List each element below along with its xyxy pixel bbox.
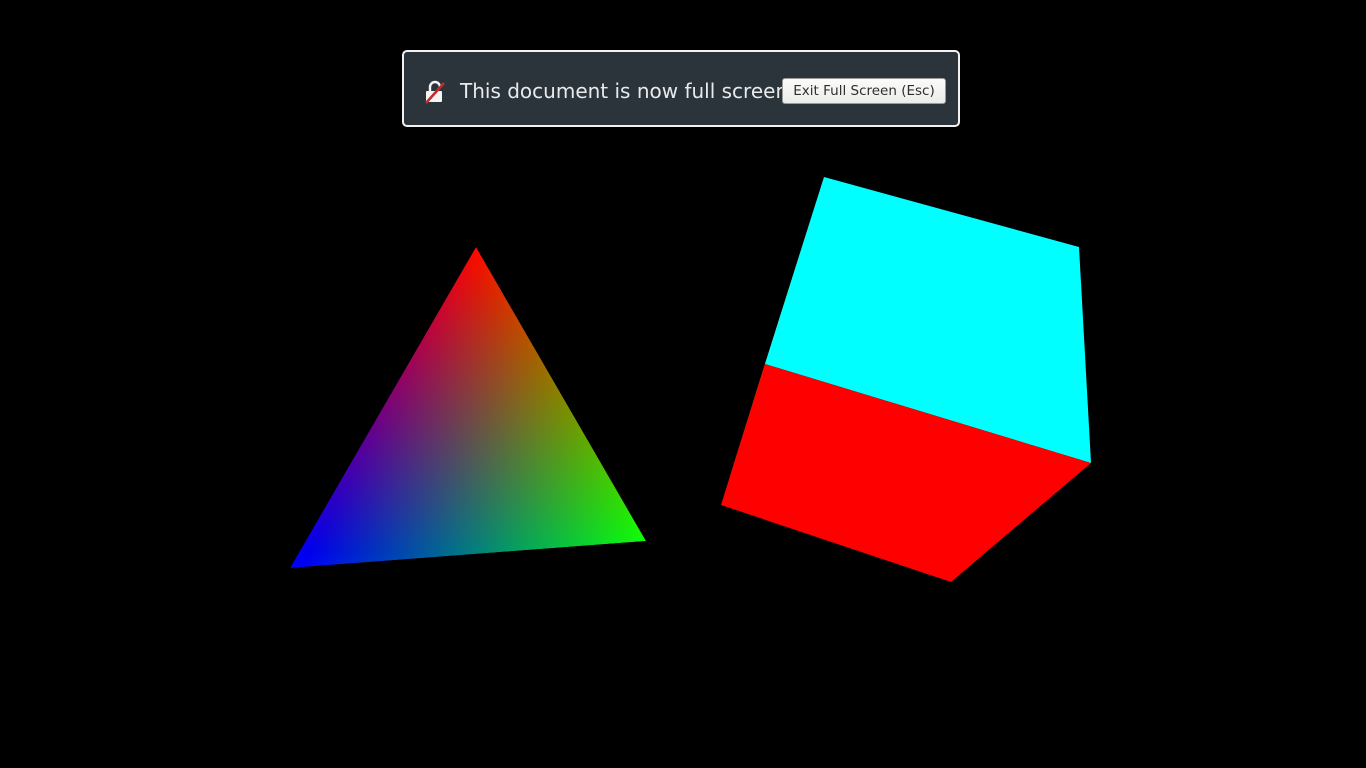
rgb-cube [721, 177, 1091, 582]
webgl-canvas: This document is now full screen Exit Fu… [0, 0, 1366, 768]
fullscreen-message: This document is now full screen [460, 79, 789, 103]
fullscreen-notification: This document is now full screen Exit Fu… [402, 50, 960, 127]
rgb-triangle [290, 247, 646, 568]
triangle-green-layer [290, 247, 646, 568]
exit-full-screen-button[interactable]: Exit Full Screen (Esc) [782, 78, 946, 104]
fullscreen-unlock-icon [423, 80, 447, 104]
